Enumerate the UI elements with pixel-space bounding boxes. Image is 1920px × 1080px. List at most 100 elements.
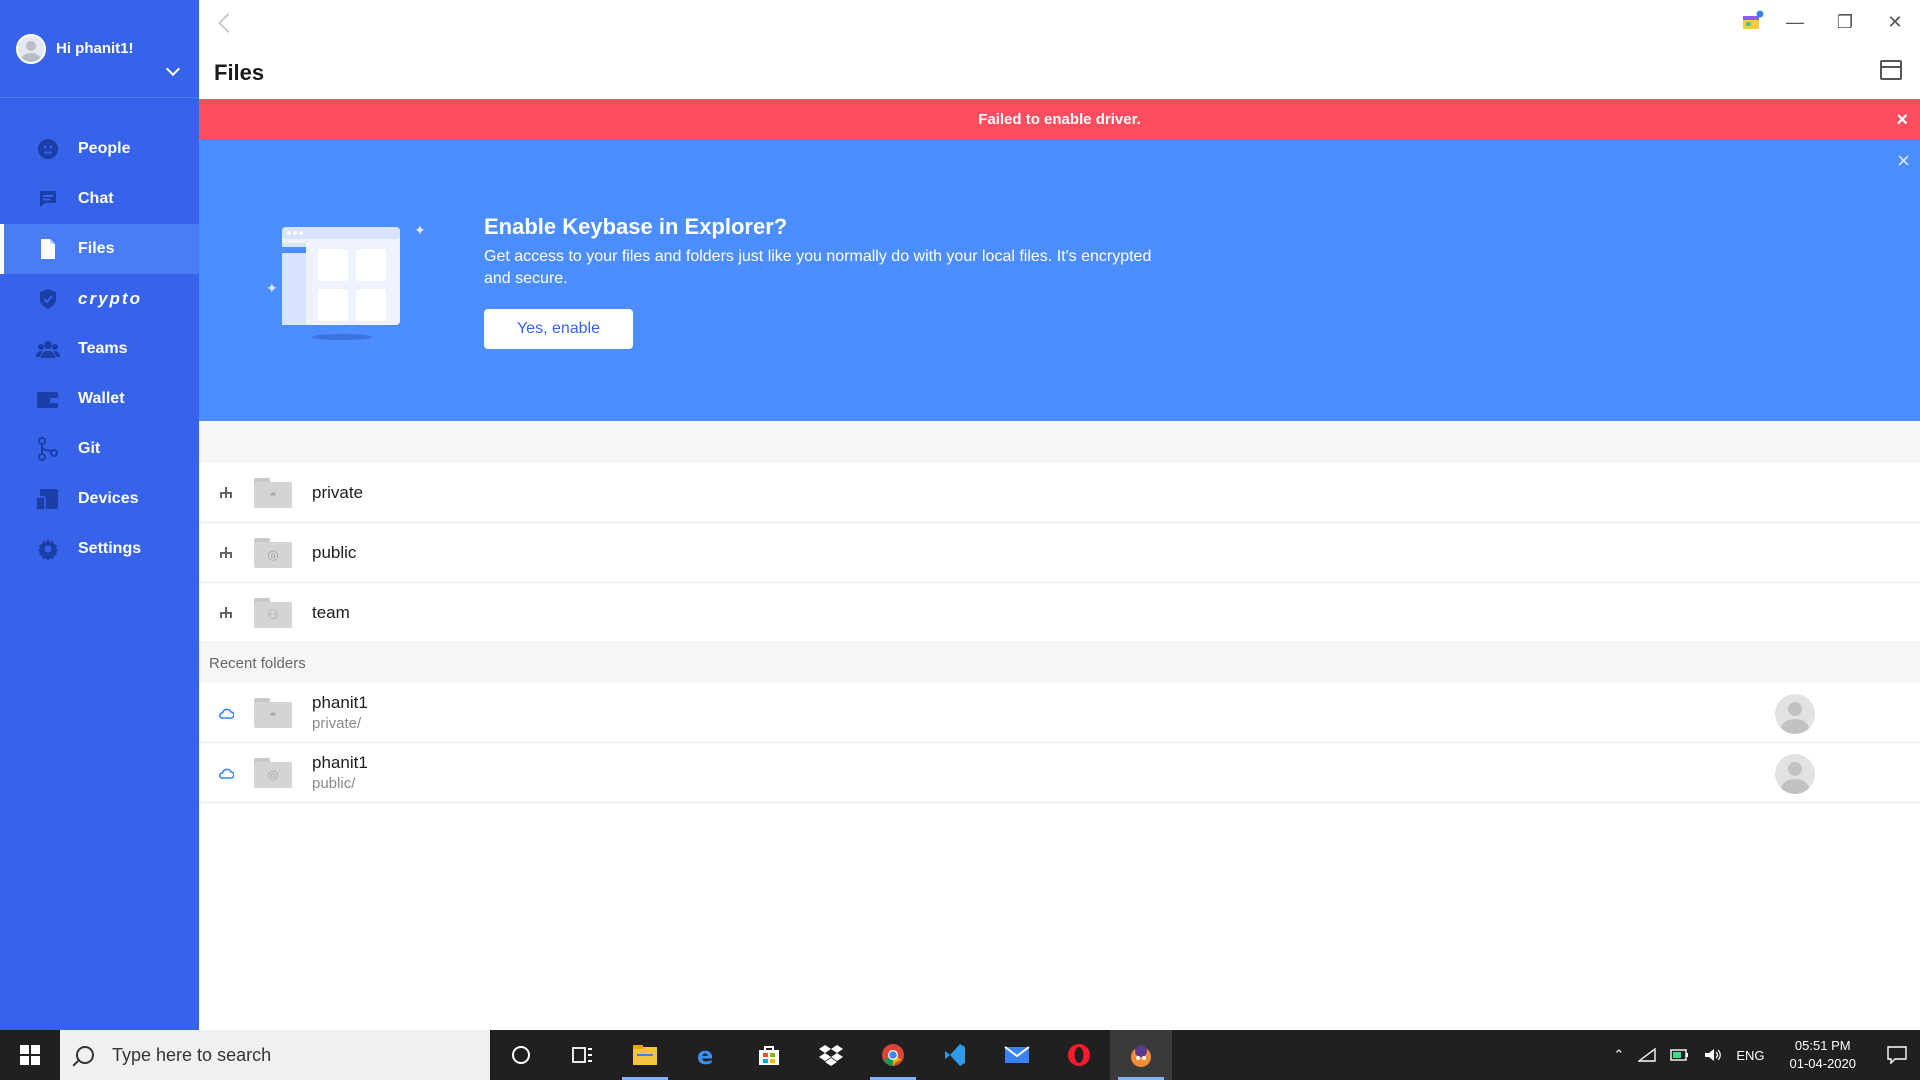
sidebar-item-label: Chat [78, 190, 114, 207]
calendar-icon[interactable] [1880, 60, 1902, 80]
store-icon[interactable] [738, 1030, 800, 1080]
avatar [1775, 754, 1815, 794]
sidebar-item-devices[interactable]: Devices [0, 474, 199, 524]
spacer [199, 421, 1920, 463]
mail-icon[interactable] [986, 1030, 1048, 1080]
enable-explorer-banner: × ✦ ✦ Enable Keybase in Explorer? Get ac… [199, 140, 1920, 421]
enable-description: Get access to your files and folders jus… [484, 248, 1152, 287]
cloud-icon [215, 767, 237, 779]
edge-icon[interactable]: e [676, 1030, 738, 1080]
system-clock[interactable]: 05:51 PM 01-04-2020 [1772, 1037, 1875, 1073]
user-avatar [16, 33, 46, 64]
header: Files — ❐ ✕ [199, 0, 1920, 99]
clock-date: 01-04-2020 [1789, 1056, 1857, 1071]
folder-name: team [312, 602, 350, 622]
window-controls: — ❐ ✕ [1770, 0, 1920, 44]
files-icon [36, 237, 60, 261]
cloud-icon [215, 707, 237, 719]
file-explorer-icon[interactable] [614, 1030, 676, 1080]
windows-taskbar: Type here to search e ⌃ ENG 05:51 PM 01-… [0, 1030, 1920, 1080]
teams-icon [36, 337, 60, 361]
sidebar: Hi phanit1! People Chat Files crypto Tea… [0, 0, 199, 1030]
sync-tree-icon [215, 546, 237, 559]
user-greeting: Hi phanit1! [56, 40, 134, 57]
folder-name: public [312, 542, 357, 562]
sidebar-item-settings[interactable]: Settings [0, 524, 199, 574]
sidebar-item-label: Wallet [78, 390, 125, 407]
folder-name: private [312, 482, 364, 502]
recent-name: phanit1 [312, 693, 368, 712]
sidebar-item-wallet[interactable]: Wallet [0, 374, 199, 424]
recent-path: private/ [312, 715, 362, 732]
team-folder-icon: ⚇ [254, 597, 292, 628]
system-tray: ⌃ ENG 05:51 PM 01-04-2020 [1606, 1030, 1920, 1080]
opera-icon[interactable] [1048, 1030, 1110, 1080]
close-icon[interactable]: × [1896, 109, 1908, 132]
sidebar-item-chat[interactable]: Chat [0, 174, 199, 224]
battery-icon[interactable] [1663, 1049, 1697, 1061]
task-view-icon[interactable] [552, 1030, 614, 1080]
recent-row-private[interactable]: ◓ phanit1 private/ [199, 683, 1920, 743]
keybase-taskbar-icon[interactable] [1110, 1030, 1172, 1080]
cortana-icon[interactable] [490, 1030, 552, 1080]
close-window-icon[interactable]: ✕ [1870, 0, 1920, 44]
sidebar-item-people[interactable]: People [0, 124, 199, 174]
sidebar-item-label: Teams [78, 340, 128, 357]
sidebar-item-git[interactable]: Git [0, 424, 199, 474]
windows-start-icon[interactable] [0, 1030, 60, 1080]
sidebar-item-label: Settings [78, 540, 142, 557]
sidebar-item-files[interactable]: Files [0, 224, 199, 274]
recent-row-public[interactable]: ◎ phanit1 public/ [199, 743, 1920, 803]
user-menu[interactable]: Hi phanit1! [0, 0, 199, 98]
sidebar-item-teams[interactable]: Teams [0, 324, 199, 374]
sidebar-item-label: Files [78, 240, 115, 257]
clock-time: 05:51 PM [1794, 1038, 1851, 1053]
chevron-down-icon[interactable] [165, 61, 181, 77]
back-arrow-icon[interactable] [218, 13, 238, 33]
wallet-icon [36, 387, 60, 411]
folder-row-public[interactable]: ◎ public [199, 523, 1920, 583]
svg-text:✦: ✦ [266, 280, 278, 296]
enable-title: Enable Keybase in Explorer? [484, 214, 788, 239]
error-message: Failed to enable driver. [978, 111, 1141, 128]
people-icon [36, 137, 60, 161]
vscode-icon[interactable] [924, 1030, 986, 1080]
search-placeholder: Type here to search [112, 1044, 272, 1065]
folder-list: ◓ private ◎ public ⚇ team Recent folders… [199, 463, 1920, 803]
sidebar-item-crypto[interactable]: crypto [0, 274, 199, 324]
recent-name: phanit1 [312, 753, 368, 772]
public-folder-icon: ◎ [254, 537, 292, 568]
yes-enable-button[interactable]: Yes, enable [484, 309, 633, 349]
restore-icon[interactable]: ❐ [1820, 0, 1870, 44]
settings-icon [36, 537, 60, 561]
error-banner: Failed to enable driver. × [199, 99, 1920, 140]
keybase-notification-icon[interactable] [1742, 10, 1764, 30]
sidebar-item-label: Git [78, 440, 101, 457]
minimize-icon[interactable]: — [1770, 0, 1820, 44]
sync-tree-icon [215, 606, 237, 619]
dropbox-icon[interactable] [800, 1030, 862, 1080]
svg-text:✦: ✦ [414, 222, 426, 238]
sidebar-item-label: Devices [78, 490, 139, 507]
language-indicator[interactable]: ENG [1729, 1048, 1771, 1063]
taskbar-search-input[interactable]: Type here to search [60, 1030, 490, 1080]
folder-row-team[interactable]: ⚇ team [199, 583, 1920, 643]
recent-text: phanit1 private/ [312, 693, 368, 732]
search-icon [76, 1046, 94, 1064]
keybase-window: Hi phanit1! People Chat Files crypto Tea… [0, 0, 1920, 1030]
private-folder-icon: ◓ [254, 477, 292, 508]
recent-folders-header: Recent folders [199, 643, 1920, 683]
show-hidden-icons-icon[interactable]: ⌃ [1606, 1047, 1631, 1063]
git-icon [36, 437, 60, 461]
folder-row-private[interactable]: ◓ private [199, 463, 1920, 523]
sidebar-item-label: People [78, 140, 131, 157]
sidebar-nav: People Chat Files crypto Teams Wallet Gi… [0, 124, 199, 574]
close-icon[interactable]: × [1897, 148, 1910, 174]
explorer-illustration: ✦ ✦ [262, 213, 426, 340]
action-center-icon[interactable] [1874, 1030, 1920, 1080]
wifi-icon[interactable] [1631, 1048, 1663, 1062]
volume-icon[interactable] [1697, 1048, 1729, 1062]
recent-path: public/ [312, 775, 356, 792]
page-title: Files [214, 60, 265, 85]
chrome-icon[interactable] [862, 1030, 924, 1080]
